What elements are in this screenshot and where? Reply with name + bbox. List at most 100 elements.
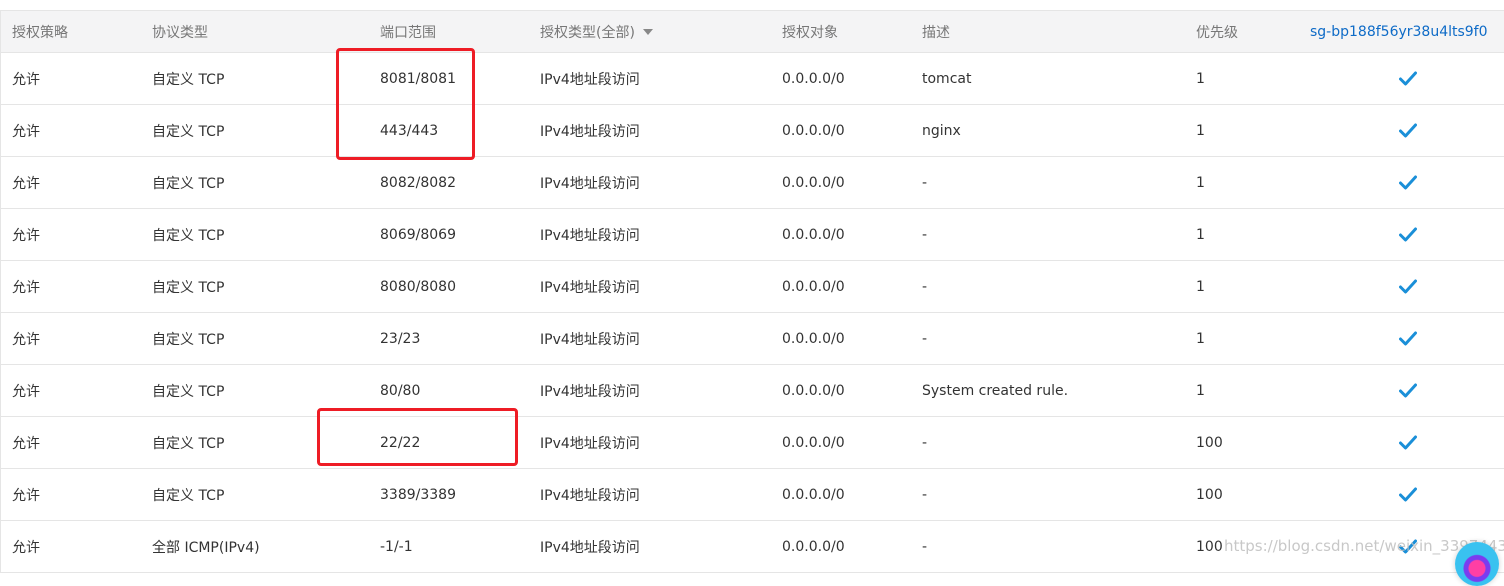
- cell-policy: 允许: [12, 71, 40, 88]
- cell-port: 80/80: [380, 382, 421, 399]
- cell-protocol: 自定义 TCP: [152, 227, 225, 244]
- cell-object: 0.0.0.0/0: [782, 486, 845, 503]
- cell-priority: 100: [1196, 434, 1223, 451]
- cell-description: -: [922, 538, 928, 555]
- cell-object: 0.0.0.0/0: [782, 174, 845, 191]
- security-group-rules-table: 授权策略 协议类型 端口范围 授权类型(全部) 授权对象 描述 优先级 sg-b…: [0, 10, 1504, 573]
- check-icon: [1399, 487, 1419, 503]
- check-icon: [1399, 279, 1419, 295]
- cell-object: 0.0.0.0/0: [782, 434, 845, 451]
- cell-object: 0.0.0.0/0: [782, 70, 845, 87]
- auth-type-filter[interactable]: 授权类型(全部): [540, 22, 653, 42]
- cell-protocol: 自定义 TCP: [152, 175, 225, 192]
- cell-description: -: [922, 330, 928, 347]
- cell-policy: 允许: [12, 279, 40, 296]
- cell-auth-type: IPv4地址段访问: [540, 435, 640, 452]
- cell-protocol: 自定义 TCP: [152, 71, 225, 88]
- table-row: 允许 自定义 TCP 80/80 IPv4地址段访问 0.0.0.0/0 System c…: [1, 365, 1504, 417]
- cell-priority: 1: [1196, 382, 1205, 399]
- table-row: 允许 自定义 TCP 8081/8081 IPv4地址段访问 0.0.0.0/0 tomc…: [1, 53, 1504, 105]
- cell-object: 0.0.0.0/0: [782, 382, 845, 399]
- cell-auth-type: IPv4地址段访问: [540, 175, 640, 192]
- table-row: 允许 自定义 TCP 443/443 IPv4地址段访问 0.0.0.0/0 nginx 1: [1, 105, 1504, 157]
- column-header-auth-type: 授权类型(全部): [540, 24, 635, 41]
- cell-description: -: [922, 434, 928, 451]
- cell-object: 0.0.0.0/0: [782, 330, 845, 347]
- cell-auth-type: IPv4地址段访问: [540, 487, 640, 504]
- check-icon: [1399, 435, 1419, 451]
- column-header-description: 描述: [922, 24, 950, 41]
- cell-auth-type: IPv4地址段访问: [540, 279, 640, 296]
- cell-port: 8081/8081: [380, 70, 456, 87]
- cell-priority: 100: [1196, 538, 1223, 555]
- table-row: 允许 自定义 TCP 3389/3389 IPv4地址段访问 0.0.0.0/0 - 100: [1, 469, 1504, 521]
- cell-description: nginx: [922, 122, 961, 139]
- cell-policy: 允许: [12, 331, 40, 348]
- column-header-protocol: 协议类型: [152, 24, 208, 41]
- cell-protocol: 自定义 TCP: [152, 331, 225, 348]
- cell-description: -: [922, 174, 928, 191]
- cell-protocol: 全部 ICMP(IPv4): [152, 539, 260, 556]
- cell-port: 443/443: [380, 122, 439, 139]
- cell-auth-type: IPv4地址段访问: [540, 539, 640, 556]
- cell-priority: 1: [1196, 70, 1205, 87]
- cell-protocol: 自定义 TCP: [152, 487, 225, 504]
- cell-policy: 允许: [12, 123, 40, 140]
- cell-priority: 1: [1196, 278, 1205, 295]
- cell-object: 0.0.0.0/0: [782, 278, 845, 295]
- cell-description: tomcat: [922, 70, 972, 87]
- cell-policy: 允许: [12, 539, 40, 556]
- cell-auth-type: IPv4地址段访问: [540, 71, 640, 88]
- cell-policy: 允许: [12, 175, 40, 192]
- cell-protocol: 自定义 TCP: [152, 383, 225, 400]
- cell-port: 8080/8080: [380, 278, 456, 295]
- cell-auth-type: IPv4地址段访问: [540, 123, 640, 140]
- cell-object: 0.0.0.0/0: [782, 226, 845, 243]
- cell-auth-type: IPv4地址段访问: [540, 383, 640, 400]
- cell-description: -: [922, 278, 928, 295]
- table-row: 允许 自定义 TCP 8069/8069 IPv4地址段访问 0.0.0.0/0 - 1: [1, 209, 1504, 261]
- cell-priority: 1: [1196, 330, 1205, 347]
- cell-object: 0.0.0.0/0: [782, 538, 845, 555]
- cell-port: 8082/8082: [380, 174, 456, 191]
- cell-auth-type: IPv4地址段访问: [540, 227, 640, 244]
- table-row: 允许 自定义 TCP 8082/8082 IPv4地址段访问 0.0.0.0/0 - 1: [1, 157, 1504, 209]
- cell-description: System created rule.: [922, 382, 1069, 399]
- cell-priority: 100: [1196, 486, 1223, 503]
- column-header-policy: 授权策略: [12, 24, 68, 41]
- check-icon: [1399, 331, 1419, 347]
- cell-object: 0.0.0.0/0: [782, 122, 845, 139]
- security-group-link[interactable]: sg-bp188f56yr38u4lts9f0: [1310, 24, 1488, 40]
- check-icon: [1399, 227, 1419, 243]
- cell-auth-type: IPv4地址段访问: [540, 331, 640, 348]
- cell-policy: 允许: [12, 227, 40, 244]
- table-row: 允许 自定义 TCP 8080/8080 IPv4地址段访问 0.0.0.0/0 - 1: [1, 261, 1504, 313]
- cell-port: 3389/3389: [380, 486, 456, 503]
- check-icon: [1399, 175, 1419, 191]
- cell-priority: 1: [1196, 174, 1205, 191]
- cell-description: -: [922, 486, 928, 503]
- column-header-priority: 优先级: [1196, 24, 1238, 41]
- cell-port: 8069/8069: [380, 226, 456, 243]
- table-row: 允许 自定义 TCP 22/22 IPv4地址段访问 0.0.0.0/0 - 100: [1, 417, 1504, 469]
- caret-down-icon: [642, 28, 653, 35]
- table-header: 授权策略 协议类型 端口范围 授权类型(全部) 授权对象 描述 优先级 sg-b…: [1, 11, 1504, 53]
- cell-port: 23/23: [380, 330, 421, 347]
- column-header-object: 授权对象: [782, 24, 838, 41]
- check-icon: [1399, 71, 1419, 87]
- cell-policy: 允许: [12, 435, 40, 452]
- table-row: 允许 自定义 TCP 23/23 IPv4地址段访问 0.0.0.0/0 - 1: [1, 313, 1504, 365]
- cell-port: 22/22: [380, 434, 421, 451]
- check-icon: [1399, 383, 1419, 399]
- cell-protocol: 自定义 TCP: [152, 123, 225, 140]
- column-header-port: 端口范围: [380, 24, 436, 41]
- cell-policy: 允许: [12, 487, 40, 504]
- cell-port: -1/-1: [380, 538, 413, 555]
- check-icon: [1399, 123, 1419, 139]
- cell-description: -: [922, 226, 928, 243]
- floating-assistant-button[interactable]: [1455, 542, 1499, 586]
- cell-priority: 1: [1196, 122, 1205, 139]
- cell-protocol: 自定义 TCP: [152, 279, 225, 296]
- cell-protocol: 自定义 TCP: [152, 435, 225, 452]
- cell-policy: 允许: [12, 383, 40, 400]
